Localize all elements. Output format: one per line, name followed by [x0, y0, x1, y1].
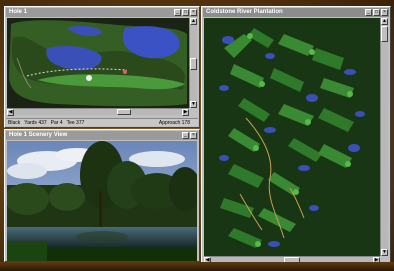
course-layout-graphic [204, 18, 380, 256]
maximize-button[interactable]: □ [182, 9, 189, 16]
scenery-landscape-graphic [7, 141, 197, 261]
scenery-view-titlebar[interactable]: Hole 1 Scenery View _ × [6, 131, 198, 140]
close-button[interactable]: × [381, 9, 388, 16]
scenery-view-title: Hole 1 Scenery View [9, 132, 68, 138]
scenery-view-window: Hole 1 Scenery View _ × [4, 129, 200, 262]
maximize-button[interactable]: □ [373, 9, 380, 16]
scroll-thumb[interactable] [190, 58, 197, 70]
scroll-down-button[interactable]: ▼ [190, 101, 197, 108]
minimize-button[interactable]: _ [365, 9, 372, 16]
hole-status-bar: Black Yards 437 Par 4 Tee 377 Approach 1… [6, 118, 198, 126]
scroll-up-button[interactable]: ▲ [190, 18, 197, 25]
hole-view-titlebar[interactable]: Hole 1 _ □ × [6, 8, 198, 17]
course-map-title: Coldstone River Plantation [206, 9, 283, 15]
scroll-thumb[interactable] [381, 26, 388, 42]
hole-overview-graphic [7, 18, 189, 108]
status-par: Par 4 [50, 120, 63, 126]
status-player: Black [8, 120, 21, 126]
hole-view-vertical-scrollbar[interactable]: ▲ ▼ [189, 18, 197, 108]
course-map-titlebar[interactable]: Coldstone River Plantation _ □ × [203, 8, 389, 17]
scenery-view-title-buttons: _ × [182, 132, 197, 139]
status-approach: Approach 178 [158, 120, 190, 126]
scroll-right-button[interactable]: ▶ [182, 109, 189, 116]
scroll-left-button[interactable]: ◀ [7, 109, 14, 116]
minimize-button[interactable]: _ [182, 132, 189, 139]
course-map-title-buttons: _ □ × [365, 9, 388, 16]
scenery-view-image [7, 141, 197, 261]
minimize-button[interactable]: _ [174, 9, 181, 16]
course-map-view[interactable] [204, 18, 380, 256]
hole-view-title-buttons: _ □ × [174, 9, 197, 16]
scroll-down-button[interactable]: ▼ [381, 249, 388, 256]
hole-view-window: Hole 1 _ □ × ▲ ▼ ◀ ▶ Black Yards 437 Par… [4, 6, 200, 128]
close-button[interactable]: × [190, 9, 197, 16]
close-button[interactable]: × [190, 132, 197, 139]
course-map-vertical-scrollbar[interactable]: ▲ ▼ [380, 18, 388, 256]
status-yards: Yards 437 [24, 120, 47, 126]
desktop-bottom-strip [0, 262, 394, 271]
status-tee: Tee 377 [66, 120, 85, 126]
course-map-window: Coldstone River Plantation _ □ × ▲ ▼ ◀ ▶ [201, 6, 391, 264]
scroll-up-button[interactable]: ▲ [381, 18, 388, 25]
hole-view-horizontal-scrollbar[interactable]: ◀ ▶ [7, 108, 189, 116]
hole-view-title: Hole 1 [9, 9, 28, 15]
scroll-thumb[interactable] [117, 109, 131, 115]
hole-overview-map[interactable] [7, 18, 189, 108]
